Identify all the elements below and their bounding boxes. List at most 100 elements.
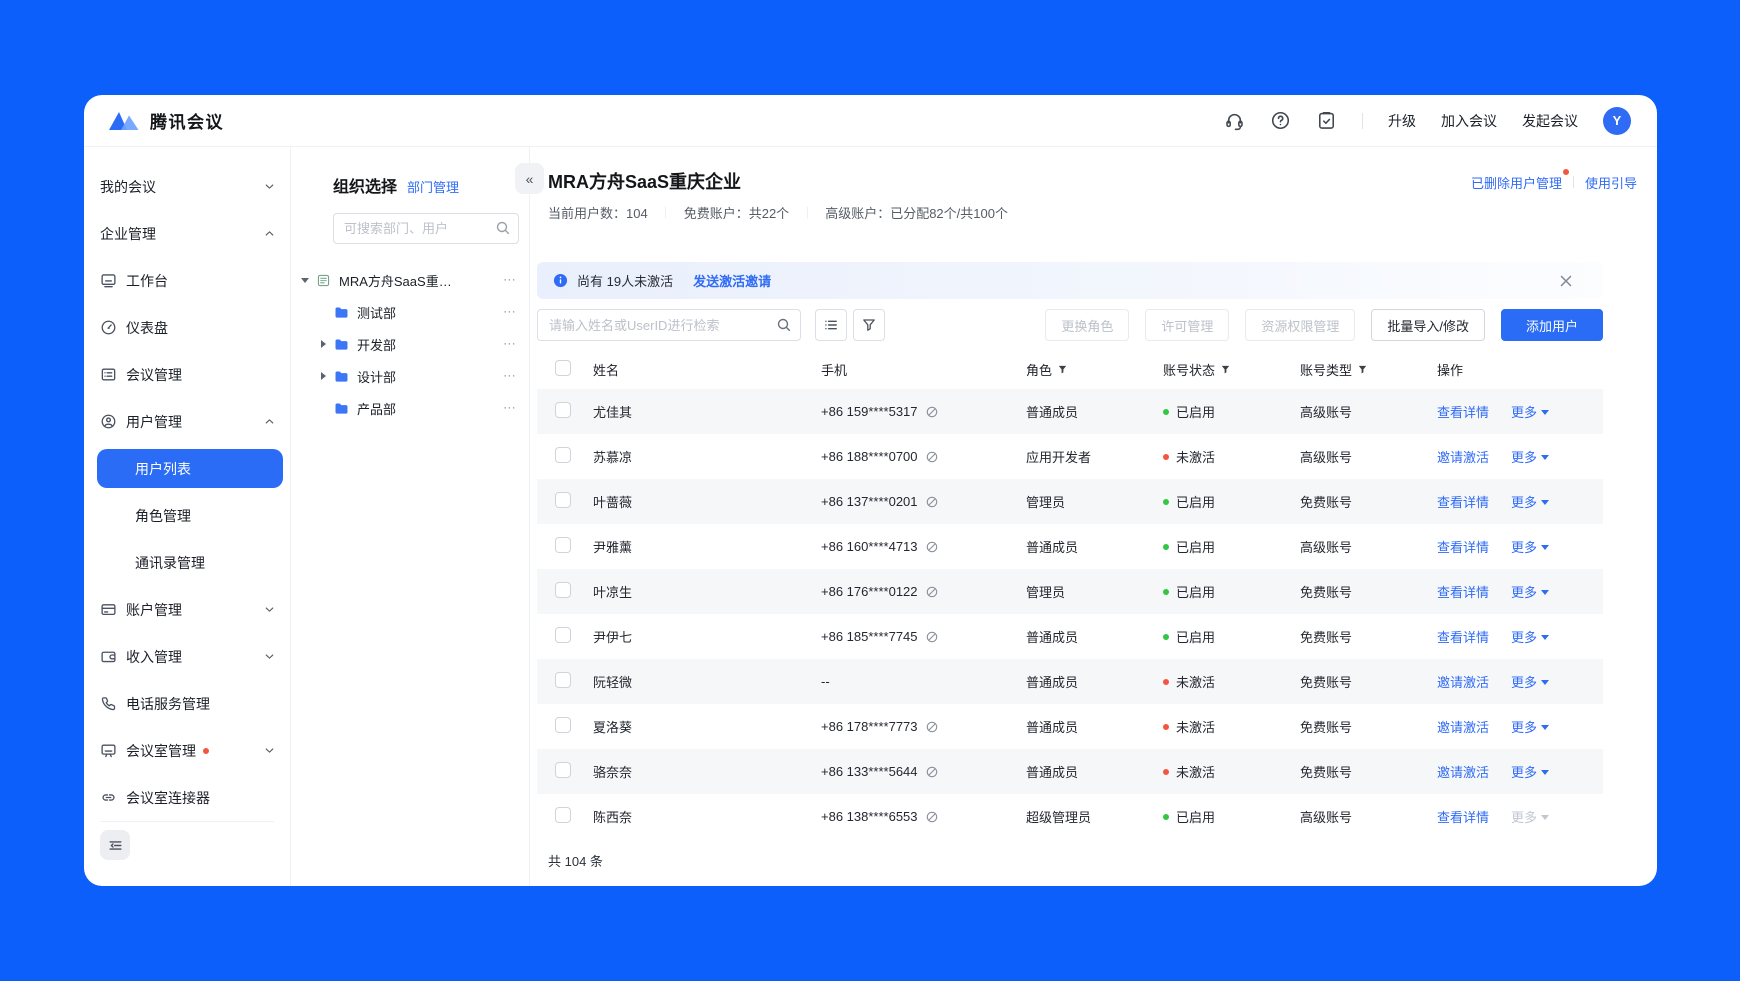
sidebar-item-my-meetings[interactable]: 我的会议 [84,163,290,210]
row-more-dropdown[interactable]: 更多 [1511,402,1549,421]
phone-hidden-icon[interactable] [925,585,939,599]
tree-node-dept-dev[interactable]: 开发部 ⋯ [295,328,519,360]
change-role-button[interactable]: 更换角色 [1045,309,1129,341]
row-more-dropdown[interactable]: 更多 [1511,672,1549,691]
row-action-link[interactable]: 查看详情 [1437,402,1489,421]
sidebar-item-contacts-mgmt[interactable]: 通讯录管理 [84,539,290,586]
upgrade-link[interactable]: 升级 [1388,111,1416,131]
sidebar-item-workbench[interactable]: 工作台 [84,257,290,304]
tree-node-dept-product[interactable]: 产品部 ⋯ [295,392,519,424]
support-headset-icon[interactable] [1224,110,1245,131]
row-checkbox[interactable] [555,402,571,418]
tree-more-button[interactable]: ⋯ [503,368,519,384]
list-view-button[interactable] [815,309,847,341]
row-action-link[interactable]: 查看详情 [1437,627,1489,646]
tree-more-button[interactable]: ⋯ [503,272,519,288]
start-meeting-link[interactable]: 发起会议 [1522,111,1578,131]
row-more-dropdown[interactable]: 更多 [1511,807,1549,826]
dropdown-arrow-icon [1541,725,1549,730]
column-filter-icon[interactable] [1357,364,1368,375]
tree-collapse-button[interactable]: « [515,163,544,194]
row-action-link[interactable]: 邀请激活 [1437,447,1489,466]
tree-caret-icon[interactable] [317,372,329,380]
join-meeting-link[interactable]: 加入会议 [1441,111,1497,131]
license-mgmt-button[interactable]: 许可管理 [1145,309,1229,341]
user-avatar[interactable]: Y [1603,107,1631,135]
row-checkbox[interactable] [555,447,571,463]
tree-caret-icon[interactable] [317,340,329,348]
sidebar-item-dashboard[interactable]: 仪表盘 [84,304,290,351]
phone-hidden-icon[interactable] [925,405,939,419]
tree-caret-icon[interactable] [299,278,311,283]
usage-guide-link[interactable]: 使用引导 [1585,173,1637,192]
tree-node-dept-design[interactable]: 设计部 ⋯ [295,360,519,392]
chevron-down-icon [263,650,276,663]
phone-hidden-icon[interactable] [925,765,939,779]
app-body: 我的会议 企业管理 工作台 仪表盘 会议管理 用户管理 用户列表 [84,147,1657,886]
sidebar-item-phone-service[interactable]: 电话服务管理 [84,680,290,727]
tasks-clipboard-icon[interactable] [1316,110,1337,131]
row-checkbox[interactable] [555,582,571,598]
row-action-link[interactable]: 邀请激活 [1437,672,1489,691]
phone-hidden-icon[interactable] [925,450,939,464]
deleted-users-link[interactable]: 已删除用户管理 [1471,173,1562,192]
select-all-checkbox[interactable] [555,360,571,376]
row-checkbox[interactable] [555,762,571,778]
sidebar-item-rooms-mgmt[interactable]: 会议室管理 [84,727,290,774]
resource-perm-button[interactable]: 资源权限管理 [1245,309,1355,341]
sidebar-item-income-mgmt[interactable]: 收入管理 [84,633,290,680]
row-more-dropdown[interactable]: 更多 [1511,762,1549,781]
tree-more-button[interactable]: ⋯ [503,336,519,352]
banner-close-icon[interactable] [1557,272,1575,290]
row-checkbox[interactable] [555,717,571,733]
tree-node-org-root[interactable]: MRA方舟SaaS重庆企业 ⋯ [295,264,519,296]
column-filter-icon[interactable] [1220,364,1231,375]
phone-hidden-icon[interactable] [925,495,939,509]
tree-more-button[interactable]: ⋯ [503,304,519,320]
row-more-dropdown[interactable]: 更多 [1511,447,1549,466]
phone-hidden-icon[interactable] [925,630,939,644]
row-checkbox[interactable] [555,537,571,553]
user-search-input[interactable] [537,309,801,341]
row-checkbox[interactable] [555,627,571,643]
row-more-dropdown[interactable]: 更多 [1511,717,1549,736]
add-user-button[interactable]: 添加用户 [1501,309,1603,341]
row-checkbox[interactable] [555,492,571,508]
row-more-dropdown[interactable]: 更多 [1511,537,1549,556]
row-action-link[interactable]: 邀请激活 [1437,717,1489,736]
filter-button[interactable] [853,309,885,341]
sidebar-item-role-mgmt[interactable]: 角色管理 [84,492,290,539]
row-more-dropdown[interactable]: 更多 [1511,492,1549,511]
sidebar-item-room-connector[interactable]: 会议室连接器 [84,774,290,821]
sidebar-collapse-button[interactable] [100,830,130,860]
row-action-link[interactable]: 查看详情 [1437,537,1489,556]
row-checkbox[interactable] [555,807,571,823]
department-manage-link[interactable]: 部门管理 [407,177,459,196]
sidebar-item-account-mgmt[interactable]: 账户管理 [84,586,290,633]
org-search-input[interactable] [333,213,519,244]
search-icon [776,317,792,333]
row-action-link[interactable]: 查看详情 [1437,582,1489,601]
info-icon [553,273,568,288]
sidebar-item-enterprise[interactable]: 企业管理 [84,210,290,257]
row-more-dropdown[interactable]: 更多 [1511,582,1549,601]
sidebar-item-user-list[interactable]: 用户列表 [97,449,283,488]
phone-hidden-icon[interactable] [925,810,939,824]
row-action-link[interactable]: 查看详情 [1437,807,1489,826]
help-icon[interactable] [1270,110,1291,131]
phone-hidden-icon[interactable] [925,720,939,734]
send-activation-link[interactable]: 发送激活邀请 [693,271,771,290]
row-more-dropdown[interactable]: 更多 [1511,627,1549,646]
column-filter-icon[interactable] [1057,364,1068,375]
row-action-link[interactable]: 邀请激活 [1437,762,1489,781]
row-action-link[interactable]: 查看详情 [1437,492,1489,511]
row-checkbox[interactable] [555,672,571,688]
bulk-import-button[interactable]: 批量导入/修改 [1371,309,1485,341]
logo-text: 腾讯会议 [150,108,224,133]
red-dot-badge [203,748,209,754]
phone-hidden-icon[interactable] [925,540,939,554]
sidebar-item-meeting-mgmt[interactable]: 会议管理 [84,351,290,398]
tree-node-dept-test[interactable]: 测试部 ⋯ [295,296,519,328]
sidebar-item-user-mgmt[interactable]: 用户管理 [84,398,290,445]
tree-more-button[interactable]: ⋯ [503,400,519,416]
